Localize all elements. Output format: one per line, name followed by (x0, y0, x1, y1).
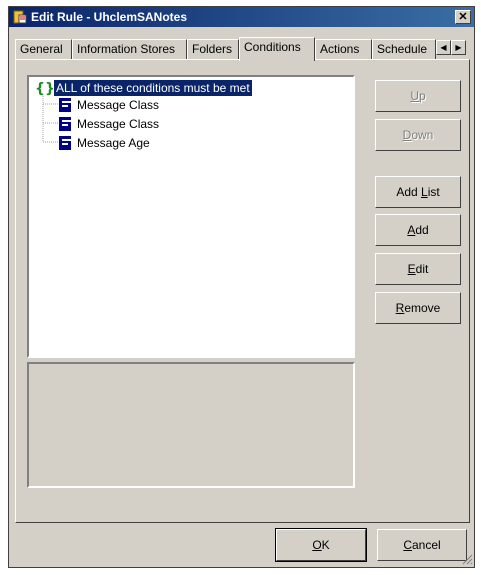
button-label-suffix: K (321, 538, 330, 552)
condition-group-icon: {} (35, 81, 53, 96)
button-access-key: L (421, 185, 428, 199)
tab-scroll-right-button[interactable]: ▶ (451, 40, 466, 55)
button-access-key: O (312, 538, 322, 552)
remove-button[interactable]: Remove (375, 292, 461, 324)
window-title: Edit Rule - UhclemSANotes (31, 10, 188, 24)
up-button[interactable]: Up (375, 80, 461, 112)
resize-grip-icon[interactable] (461, 553, 473, 565)
tree-root-label: ALL of these conditions must be met (54, 80, 252, 96)
conditions-tree[interactable]: {} ALL of these conditions must be met M… (27, 75, 355, 358)
close-icon: ✕ (458, 11, 468, 23)
tab-label: Folders (192, 42, 233, 56)
arrow-left-icon: ◀ (440, 43, 447, 52)
tab-label: Conditions (244, 40, 301, 54)
tree-item-label: Message Class (77, 117, 160, 131)
button-label-suffix: p (418, 89, 426, 103)
tree-item-label: Message Age (77, 136, 150, 150)
tab-general[interactable]: General (15, 39, 72, 59)
tree-item-label: Message Class (77, 98, 160, 112)
condition-icon (59, 117, 71, 131)
edit-button[interactable]: Edit (375, 253, 461, 285)
tab-label: Actions (320, 42, 360, 56)
tab-actions[interactable]: Actions (315, 39, 372, 59)
arrow-right-icon: ▶ (455, 43, 462, 52)
tab-label: General (20, 42, 63, 56)
down-button[interactable]: Down (375, 119, 461, 151)
tab-information-stores[interactable]: Information Stores (72, 39, 187, 59)
tab-label: Schedule (377, 42, 428, 56)
add-list-button[interactable]: Add List (375, 176, 461, 208)
button-access-key: R (395, 301, 405, 315)
cancel-button[interactable]: Cancel (377, 529, 467, 561)
button-label-suffix: emove (404, 301, 441, 315)
button-label-suffix: dit (415, 262, 429, 276)
button-label-prefix: Add (396, 185, 421, 199)
add-button[interactable]: Add (375, 214, 461, 246)
condition-icon (59, 136, 71, 150)
tab-folders[interactable]: Folders (187, 39, 239, 59)
tab-label: Information Stores (77, 42, 176, 56)
button-label-suffix: ist (427, 185, 440, 199)
tab-scroll-left-button[interactable]: ◀ (436, 40, 451, 55)
button-label-suffix: ancel (411, 538, 441, 552)
button-access-key: C (403, 538, 412, 552)
condition-description-pane (27, 362, 355, 488)
button-access-key: U (410, 89, 419, 103)
svg-text:{}: {} (35, 81, 53, 96)
rule-icon (13, 10, 27, 24)
button-label-suffix: dd (415, 223, 429, 237)
tab-conditions[interactable]: Conditions (239, 37, 315, 61)
button-access-key: E (407, 262, 416, 276)
close-button[interactable]: ✕ (455, 10, 471, 24)
title-bar: Edit Rule - UhclemSANotes ✕ (9, 7, 474, 27)
ok-button[interactable]: OK (275, 528, 367, 562)
tab-schedule[interactable]: Schedule (372, 39, 436, 59)
button-label-suffix: own (411, 128, 434, 142)
condition-icon (59, 98, 71, 112)
